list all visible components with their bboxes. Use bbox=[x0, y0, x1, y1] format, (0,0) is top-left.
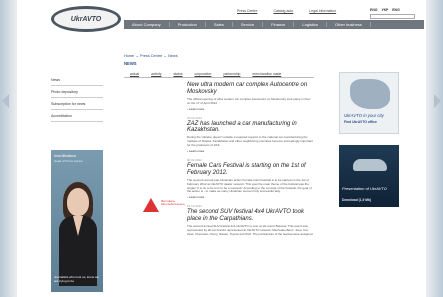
list-item: 30.01.2012 Female Cars Festival is start… bbox=[187, 158, 313, 199]
tab-corporation[interactable]: corporation bbox=[188, 72, 217, 77]
list-item: 20.02.2012 ZAZ has launched a car manufa… bbox=[187, 116, 313, 153]
tab-actual[interactable]: actual bbox=[124, 72, 145, 77]
ukravto-logo[interactable]: UkrAVTO bbox=[51, 6, 121, 32]
news-excerpt: During the Ukraine doesn't outside a req… bbox=[187, 135, 313, 148]
news-excerpt: The second annual SUV-festival 4x4 UkrAV… bbox=[187, 224, 313, 236]
contact-role: Head of Press Centre bbox=[54, 159, 83, 163]
contact-photo-face bbox=[67, 188, 89, 216]
nav-about-company[interactable]: About Company bbox=[124, 22, 170, 27]
left-side-strip bbox=[0, 0, 16, 297]
promo-presentation-banner[interactable]: Presentation of UkrAVTO Download (1,9 Mb… bbox=[339, 145, 399, 207]
language-switcher: ENG УКР ENG bbox=[370, 8, 403, 12]
list-item: 19.12.2011 The second SUV festival 4x4 U… bbox=[187, 204, 313, 236]
tab-status[interactable]: status bbox=[167, 72, 188, 77]
top-link-legal[interactable]: Legal information bbox=[309, 9, 336, 13]
top-links: Press Centre Catalog auto Legal informat… bbox=[237, 9, 336, 13]
car-image bbox=[353, 159, 387, 171]
promo-city-banner[interactable]: UkrAVTO in your city Find UkrAVTO office bbox=[339, 72, 399, 134]
news-date: 30.01.2012 bbox=[187, 158, 203, 163]
sidebar-item-photo-depository[interactable]: Photo depository bbox=[51, 86, 103, 98]
promo-presentation-title: Presentation of UkrAVTO bbox=[342, 186, 387, 191]
lang-option[interactable]: ENG bbox=[370, 8, 378, 12]
list-item: New ultra modern car complex Autocentre … bbox=[187, 82, 313, 111]
news-excerpt: The seventh annual pan-Ukrainian action … bbox=[187, 177, 312, 194]
news-list: New ultra modern car complex Autocentre … bbox=[187, 82, 313, 238]
search-input[interactable] bbox=[370, 14, 415, 19]
lang-option[interactable]: ENG bbox=[392, 8, 400, 12]
learn-more-link[interactable]: Learn more bbox=[187, 107, 313, 111]
learn-more-link[interactable]: Learn more bbox=[187, 149, 313, 153]
news-date: 19.12.2011 bbox=[187, 204, 202, 209]
learn-more-link[interactable]: Learn more bbox=[187, 195, 313, 199]
sidebar-item-subscription[interactable]: Subscription for news bbox=[51, 98, 103, 110]
news-date: 20.02.2012 bbox=[187, 115, 203, 120]
press-contact-card: Inna Mihailova Head of Press Centre Jour… bbox=[51, 150, 103, 292]
next-arrow-icon[interactable] bbox=[434, 94, 441, 108]
breadcrumb[interactable]: Home → Press Centre → News bbox=[124, 54, 178, 58]
previous-arrow-icon[interactable] bbox=[2, 94, 9, 108]
main-nav: About Company Production Sales Service F… bbox=[124, 20, 424, 29]
lang-option[interactable]: УКР bbox=[382, 8, 389, 12]
sidebar-item-accreditation[interactable]: Accreditation bbox=[51, 110, 103, 122]
nav-logistics[interactable]: Logistics bbox=[294, 22, 327, 27]
nav-service[interactable]: Service bbox=[233, 22, 264, 27]
ukraine-map-icon bbox=[350, 79, 390, 109]
top-link-catalog[interactable]: Catalog auto bbox=[273, 9, 293, 13]
find-office-link[interactable]: Find UkrAVTO office bbox=[344, 120, 377, 124]
nav-production[interactable]: Production bbox=[170, 22, 206, 27]
festival-triangle-icon bbox=[143, 198, 159, 212]
contact-name: Inna Mihailova bbox=[54, 154, 76, 158]
contact-quote: Journalists who trust us, know we are tr… bbox=[54, 275, 99, 283]
tab-activity[interactable]: activity bbox=[145, 72, 167, 77]
tab-partnership[interactable]: partnership bbox=[217, 72, 246, 77]
news-headline[interactable]: Female Cars Festival is starting on the … bbox=[187, 163, 313, 177]
logo-text: UkrAVTO bbox=[70, 15, 102, 23]
right-side-strip bbox=[427, 0, 443, 297]
news-excerpt: The official opening of ultra modern car… bbox=[187, 96, 311, 105]
promo-city-title: UkrAVTO in your city bbox=[344, 113, 384, 118]
sidebar-item-news[interactable]: News bbox=[51, 74, 103, 86]
tab-merchandise[interactable]: merchandise made bbox=[246, 72, 287, 77]
news-headline[interactable]: ZAZ has launched a car manufacturing in … bbox=[187, 121, 313, 135]
nav-other-business[interactable]: Other business bbox=[327, 22, 371, 27]
news-headline[interactable]: New ultra modern car complex Autocentre … bbox=[187, 82, 313, 96]
top-link-press-centre[interactable]: Press Centre bbox=[237, 9, 257, 13]
news-tabs: actual activity status corporation partn… bbox=[124, 72, 314, 78]
download-link[interactable]: Download (1,9 Mb) bbox=[342, 198, 371, 202]
nav-sales[interactable]: Sales bbox=[206, 22, 233, 27]
page-container: UkrAVTO Press Centre Catalog auto Legal … bbox=[17, 0, 426, 297]
festival-logo-text: Фестиваль Автолюбительниц bbox=[161, 199, 185, 207]
news-headline[interactable]: The second SUV festival 4x4 UkrAVTO took… bbox=[187, 209, 313, 223]
page-title: NEWS bbox=[124, 61, 137, 66]
nav-finance[interactable]: Finance bbox=[263, 22, 295, 27]
festival-logo: Фестиваль Автолюбительниц bbox=[143, 198, 185, 220]
left-sidebar-nav: News Photo depository Subscription for n… bbox=[51, 74, 103, 122]
